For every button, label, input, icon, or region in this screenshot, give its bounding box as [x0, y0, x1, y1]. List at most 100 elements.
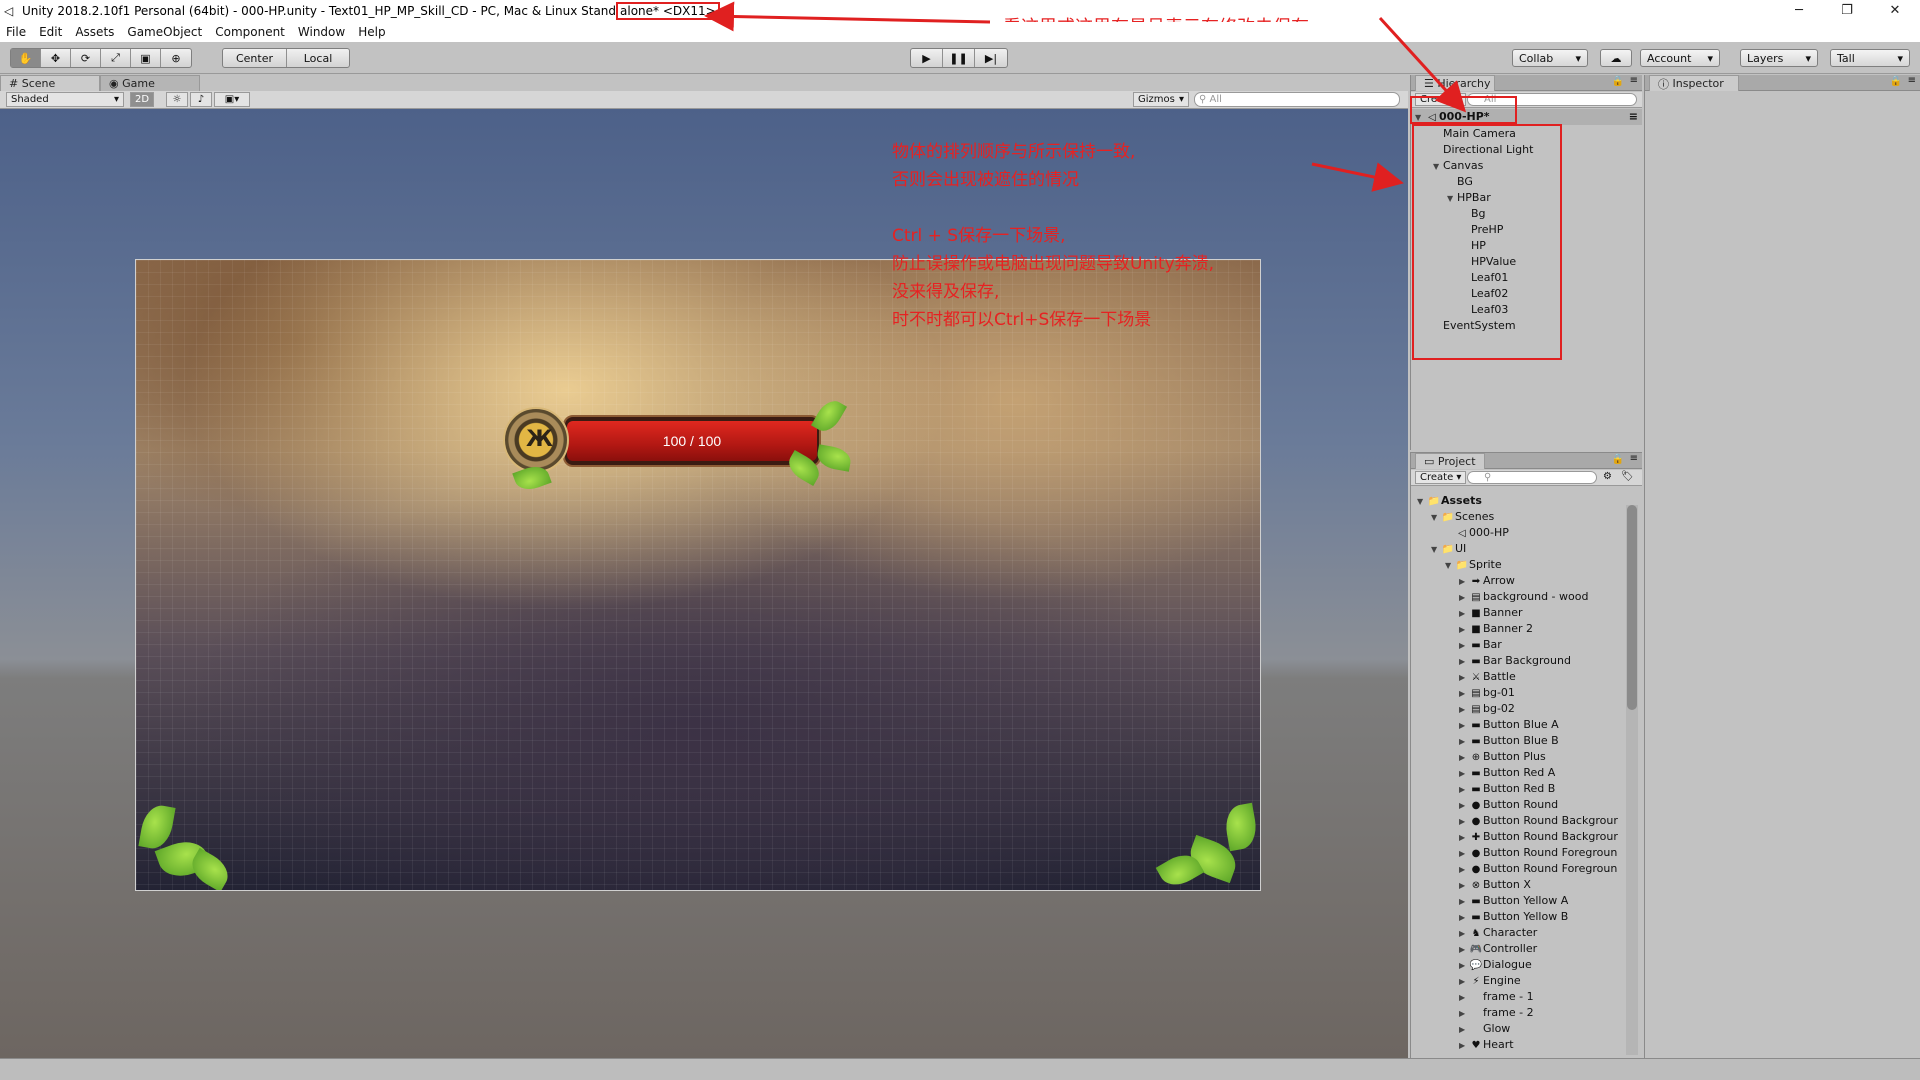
project-item[interactable]: ▶ ▬ Bar [1411, 637, 1642, 653]
menu-component[interactable]: Component [215, 25, 285, 39]
expanded-arrow-icon[interactable]: ▼ [1431, 510, 1441, 525]
play-icon[interactable]: ▶ [911, 49, 943, 67]
hand-tool-icon[interactable]: ✋ [11, 49, 41, 67]
project-item[interactable]: ▶ ▬ Button Red A [1411, 765, 1642, 781]
project-item[interactable]: ▶ 💬Dialogue [1411, 957, 1642, 973]
collapsed-arrow-icon[interactable]: ▶ [1459, 862, 1469, 877]
project-item[interactable]: ▶ ▬ Button Yellow B [1411, 909, 1642, 925]
close-button[interactable]: ✕ [1872, 0, 1918, 22]
minimize-button[interactable]: ─ [1776, 0, 1822, 22]
project-item[interactable]: ▶ frame - 2 [1411, 1005, 1642, 1021]
tab-project[interactable]: ▭ Project [1415, 453, 1485, 469]
collapsed-arrow-icon[interactable]: ▶ [1459, 926, 1469, 941]
project-item[interactable]: ▶ ⊕ Button Plus [1411, 749, 1642, 765]
collapsed-arrow-icon[interactable]: ▶ [1459, 878, 1469, 893]
lock-icon[interactable]: 🔒 [1890, 76, 1902, 87]
rect-tool-icon[interactable]: ▣ [131, 49, 161, 67]
scale-tool-icon[interactable]: ⤢ [101, 49, 131, 67]
collapsed-arrow-icon[interactable]: ▶ [1459, 750, 1469, 765]
collapsed-arrow-icon[interactable]: ▶ [1459, 846, 1469, 861]
collapsed-arrow-icon[interactable]: ▶ [1459, 574, 1469, 589]
menu-assets[interactable]: Assets [75, 25, 114, 39]
project-item[interactable]: ▶ ■ Banner [1411, 605, 1642, 621]
panel-menu-icon[interactable]: ≡ [1908, 75, 1916, 86]
project-item[interactable]: ▼ 📁UI [1411, 541, 1642, 557]
project-item[interactable]: ▶ ♞ Character [1411, 925, 1642, 941]
menu-window[interactable]: Window [298, 25, 345, 39]
project-item[interactable]: ▶ 🎮Controller [1411, 941, 1642, 957]
project-item[interactable]: ▶ ▬ Button Blue B [1411, 733, 1642, 749]
maximize-button[interactable]: ❐ [1824, 0, 1870, 22]
collapsed-arrow-icon[interactable]: ▶ [1459, 910, 1469, 925]
collapsed-arrow-icon[interactable]: ▶ [1459, 1038, 1469, 1053]
project-item[interactable]: ▶ ➡ Arrow [1411, 573, 1642, 589]
collapsed-arrow-icon[interactable]: ▶ [1459, 958, 1469, 973]
pivot-local-button[interactable]: Local [287, 49, 349, 67]
collapsed-arrow-icon[interactable]: ▶ [1459, 590, 1469, 605]
collab-dropdown[interactable]: Collab ▾ [1512, 49, 1588, 67]
project-item[interactable]: ▶ ⚔ Battle [1411, 669, 1642, 685]
collapsed-arrow-icon[interactable]: ▶ [1459, 686, 1469, 701]
project-item[interactable]: ▶ ⊗ Button X [1411, 877, 1642, 893]
project-create-button[interactable]: Create ▾ [1415, 471, 1467, 484]
tab-hierarchy[interactable]: ☰ Hierarchy [1415, 75, 1495, 91]
project-item[interactable]: ▶ ● Button Round Backgrour [1411, 813, 1642, 829]
project-item[interactable]: ▶ ▤ bg-01 [1411, 685, 1642, 701]
project-search-input[interactable]: ⚲ [1467, 471, 1597, 484]
collapsed-arrow-icon[interactable]: ▶ [1459, 974, 1469, 989]
menu-file[interactable]: File [6, 25, 26, 39]
project-item[interactable]: ▶ ● Button Round [1411, 797, 1642, 813]
menu-edit[interactable]: Edit [39, 25, 62, 39]
collapsed-arrow-icon[interactable]: ▶ [1459, 718, 1469, 733]
panel-menu-icon[interactable]: ≡ [1630, 75, 1638, 86]
gizmos-dropdown[interactable]: Gizmos ▾ [1133, 92, 1189, 107]
collapsed-arrow-icon[interactable]: ▶ [1459, 702, 1469, 717]
pause-icon[interactable]: ❚❚ [943, 49, 975, 67]
collapsed-arrow-icon[interactable]: ▶ [1459, 990, 1469, 1005]
collapsed-arrow-icon[interactable]: ▶ [1459, 1022, 1469, 1037]
collapsed-arrow-icon[interactable]: ▶ [1459, 638, 1469, 653]
project-item[interactable]: ▶ ▬ Button Blue A [1411, 717, 1642, 733]
project-item[interactable]: ▶ ● Button Round Foregroun [1411, 861, 1642, 877]
filter-type-icon[interactable]: ⚙ [1603, 471, 1612, 482]
collapsed-arrow-icon[interactable]: ▶ [1459, 894, 1469, 909]
account-dropdown[interactable]: Account ▾ [1640, 49, 1720, 67]
tab-scene[interactable]: # Scene [0, 75, 100, 91]
collapsed-arrow-icon[interactable]: ▶ [1459, 830, 1469, 845]
project-item[interactable]: ▶ ● Button Round Foregroun [1411, 845, 1642, 861]
shading-dropdown[interactable]: Shaded ▾ [6, 92, 124, 107]
project-item[interactable]: ▶ ▤ bg-02 [1411, 701, 1642, 717]
collapsed-arrow-icon[interactable]: ▶ [1459, 654, 1469, 669]
project-item[interactable]: ◁ 000-HP [1411, 525, 1642, 541]
project-item[interactable]: ▼ 📁Sprite [1411, 557, 1642, 573]
lock-icon[interactable]: 🔒 [1612, 76, 1624, 87]
expanded-arrow-icon[interactable]: ▼ [1431, 542, 1441, 557]
project-item[interactable]: ▶ ♥ Heart [1411, 1037, 1642, 1053]
project-item[interactable]: ▶ ■ Banner 2 [1411, 621, 1642, 637]
panel-menu-icon[interactable]: ≡ [1630, 453, 1638, 464]
layout-dropdown[interactable]: Tall ▾ [1830, 49, 1910, 67]
transform-tool-icon[interactable]: ⊕ [161, 49, 191, 67]
project-item[interactable]: ▶ Glow [1411, 1021, 1642, 1037]
project-item[interactable]: ▶ ▬ Bar Background [1411, 653, 1642, 669]
collapsed-arrow-icon[interactable]: ▶ [1459, 782, 1469, 797]
lighting-toggle-icon[interactable]: ☼ [166, 92, 188, 107]
project-item[interactable]: ▶ ▬ Button Red B [1411, 781, 1642, 797]
lock-icon[interactable]: 🔒 [1612, 454, 1624, 465]
collapsed-arrow-icon[interactable]: ▶ [1459, 606, 1469, 621]
pivot-center-button[interactable]: Center [223, 49, 287, 67]
expanded-arrow-icon[interactable]: ▼ [1417, 494, 1427, 509]
collapsed-arrow-icon[interactable]: ▶ [1459, 798, 1469, 813]
audio-toggle-icon[interactable]: ♪ [190, 92, 212, 107]
project-item[interactable]: ▶ ▬ Button Yellow A [1411, 893, 1642, 909]
expanded-arrow-icon[interactable]: ▼ [1445, 558, 1455, 573]
step-icon[interactable]: ▶| [975, 49, 1007, 67]
filter-label-icon[interactable]: 🏷 [1621, 471, 1634, 482]
menu-help[interactable]: Help [358, 25, 385, 39]
tab-game[interactable]: ◉ Game [100, 75, 200, 91]
menu-gameobject[interactable]: GameObject [127, 25, 202, 39]
move-tool-icon[interactable]: ✥ [41, 49, 71, 67]
collapsed-arrow-icon[interactable]: ▶ [1459, 814, 1469, 829]
project-item[interactable]: ▶ ▤ background - wood [1411, 589, 1642, 605]
layers-dropdown[interactable]: Layers ▾ [1740, 49, 1818, 67]
